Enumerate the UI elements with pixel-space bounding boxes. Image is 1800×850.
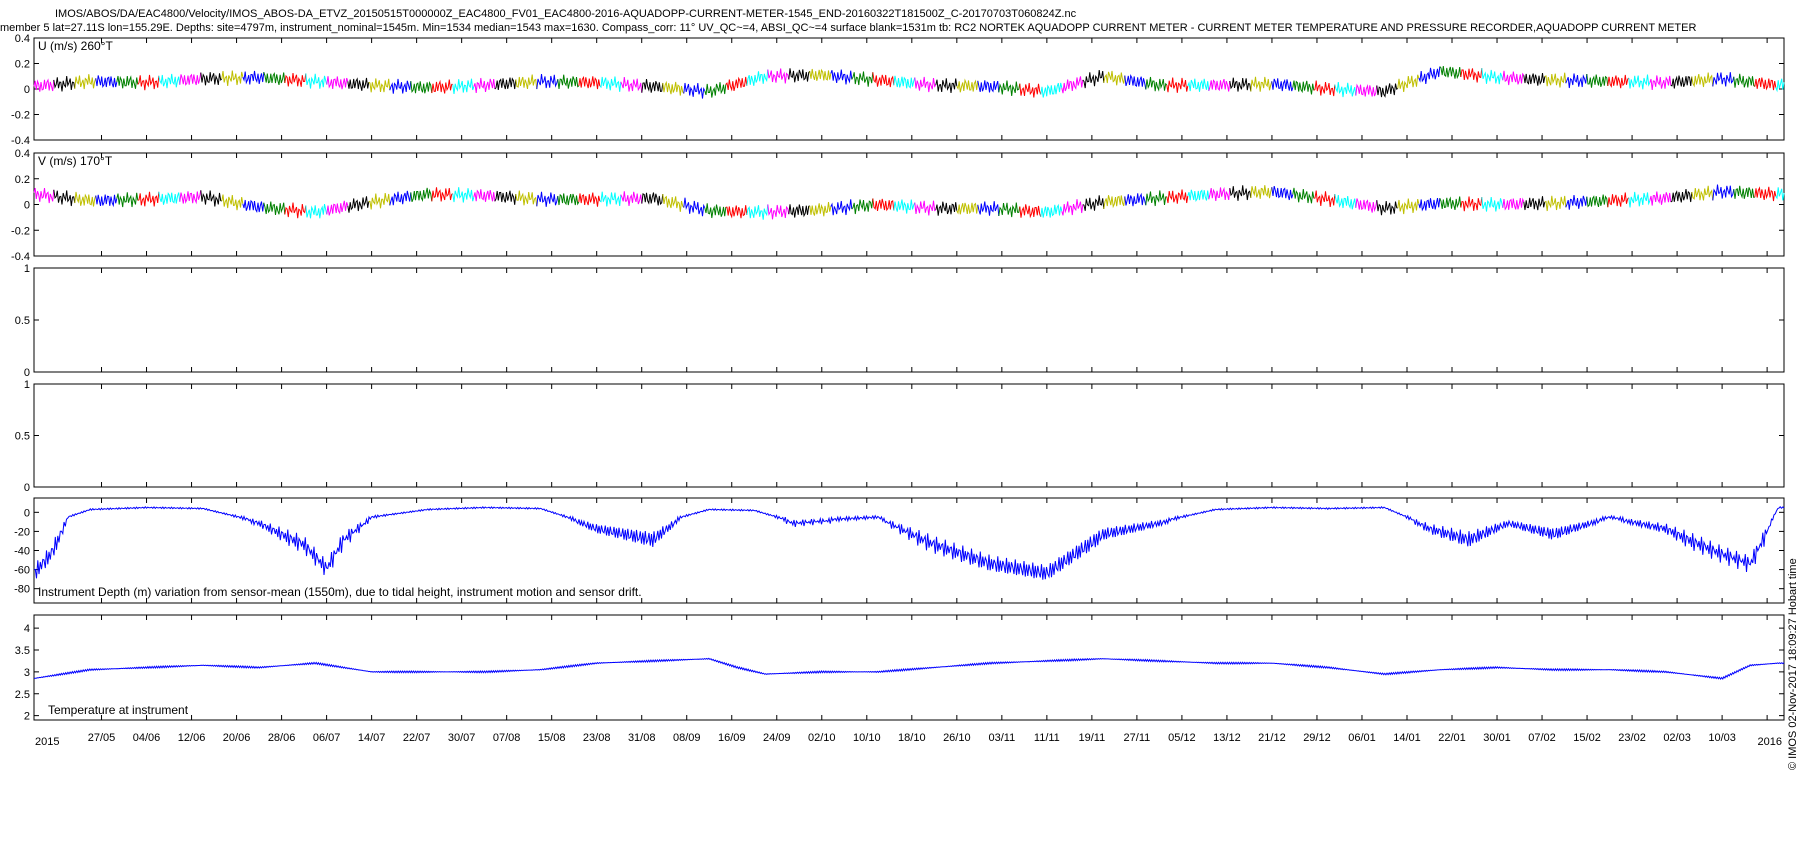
y-tick-label: 1 <box>24 379 30 391</box>
x-tick-label: 28/06 <box>268 732 296 744</box>
y-tick-label: 0.2 <box>15 174 30 186</box>
y-tick-label: 3.5 <box>15 645 30 657</box>
x-tick-label: 29/12 <box>1303 732 1331 744</box>
x-tick-label: 06/07 <box>313 732 341 744</box>
y-tick-label: 2 <box>24 711 30 723</box>
y-tick-label: 3 <box>24 667 30 679</box>
y-tick-label: 1 <box>24 263 30 275</box>
panel-frame <box>33 383 1785 488</box>
y-tick-label: 0.2 <box>15 59 30 71</box>
panel-empty2: 10.50 <box>15 379 1785 494</box>
x-tick-label: 13/12 <box>1213 732 1241 744</box>
y-tick-label: 0 <box>24 84 30 96</box>
x-tick-label: 02/10 <box>808 732 836 744</box>
x-tick-label: 22/01 <box>1438 732 1466 744</box>
y-tick-label: -60 <box>14 565 30 577</box>
x-tick-label: 05/12 <box>1168 732 1196 744</box>
panel-title-v: V (m/s) 170°T <box>38 154 113 168</box>
panel-empty1: 10.50 <box>15 263 1785 379</box>
x-tick-label: 19/11 <box>1079 732 1106 744</box>
x-tick-label: 07/08 <box>493 732 521 744</box>
imos-watermark: © IMOS 02-Nov-2017 18:09:27 Hobart time <box>1787 558 1799 770</box>
y-tick-label: -80 <box>14 584 30 596</box>
panel-title-u: U (m/s) 260°T <box>38 39 113 53</box>
x-tick-label: 18/10 <box>898 732 926 744</box>
x-tick-label: 04/06 <box>133 732 161 744</box>
x-axis-end-year: 2016 <box>1758 736 1782 748</box>
x-tick-label: 26/10 <box>943 732 971 744</box>
y-tick-label: 0.4 <box>15 148 30 160</box>
y-tick-label: 0.5 <box>15 315 30 327</box>
x-tick-label: 06/01 <box>1348 732 1376 744</box>
x-tick-label: 21/12 <box>1258 732 1286 744</box>
x-axis-start-year: 2015 <box>35 736 59 748</box>
x-tick-label: 03/11 <box>988 732 1015 744</box>
x-tick-label: 30/01 <box>1483 732 1511 744</box>
x-tick-label: 02/03 <box>1663 732 1691 744</box>
y-tick-label: -40 <box>14 546 30 558</box>
panel-u: 0.4 0.2 0 -0.2 -0.4 U (m/s) 260°T <box>11 33 1785 147</box>
panel-v: 0.4 0.2 0 -0.2 -0.4 V (m/s) 170°T <box>11 148 1785 263</box>
y-tick-label: -0.2 <box>11 110 30 122</box>
x-tick-label: 14/01 <box>1393 732 1421 744</box>
panel-frame <box>33 267 1785 373</box>
y-tick-label: 0 <box>24 367 30 379</box>
x-tick-label: 20/06 <box>223 732 251 744</box>
x-tick-label: 16/09 <box>718 732 746 744</box>
y-tick-label: 2.5 <box>15 689 30 701</box>
y-tick-label: 0 <box>24 200 30 212</box>
y-tick-label: -0.2 <box>11 225 30 237</box>
y-tick-label: -0.4 <box>11 135 30 147</box>
panel-title-depth: Instrument Depth (m) variation from sens… <box>38 585 642 599</box>
panel-frame <box>33 37 1785 141</box>
y-tick-label: 4 <box>24 623 30 635</box>
x-tick-label: 11/11 <box>1034 732 1060 744</box>
x-tick-label: 08/09 <box>673 732 701 744</box>
y-tick-label: -0.4 <box>11 251 30 263</box>
panel-title-temp: Temperature at instrument <box>48 703 189 717</box>
x-tick-label: 23/02 <box>1618 732 1646 744</box>
x-tick-label: 24/09 <box>763 732 791 744</box>
x-tick-label: 30/07 <box>448 732 476 744</box>
x-tick-label: 27/05 <box>88 732 116 744</box>
x-tick-label: 27/11 <box>1124 732 1151 744</box>
multi-panel-chart: 0.4 0.2 0 -0.2 -0.4 U (m/s) 260°T 0.4 0.2 0 -0.2 -… <box>11 33 1799 770</box>
x-tick-label: 10/10 <box>853 732 881 744</box>
panel-depth: 0 -20 -40 -60 -80 Instrument Depth (m) variat… <box>14 497 1785 604</box>
x-tick-label: 15/08 <box>538 732 566 744</box>
x-tick-label: 15/02 <box>1573 732 1601 744</box>
x-tick-label: 12/06 <box>178 732 206 744</box>
y-tick-label: 0 <box>24 482 30 494</box>
panel-frame <box>33 614 1785 721</box>
x-tick-label: 31/08 <box>628 732 656 744</box>
y-tick-label: 0 <box>24 507 30 519</box>
y-tick-label: 0.4 <box>15 33 30 45</box>
x-tick-label: 14/07 <box>358 732 386 744</box>
x-tick-label: 23/08 <box>583 732 611 744</box>
y-tick-label: -20 <box>14 526 30 538</box>
x-axis-labels: 27/05 04/06 12/06 20/06 28/06 06/07 14/07 22/07… <box>35 732 1782 748</box>
x-tick-label: 07/02 <box>1528 732 1556 744</box>
panel-temp: 4 3.5 3 2.5 2 Temperature at instrument <box>15 614 1785 723</box>
x-tick-label: 10/03 <box>1708 732 1736 744</box>
x-tick-label: 22/07 <box>403 732 431 744</box>
y-tick-label: 0.5 <box>15 431 30 443</box>
